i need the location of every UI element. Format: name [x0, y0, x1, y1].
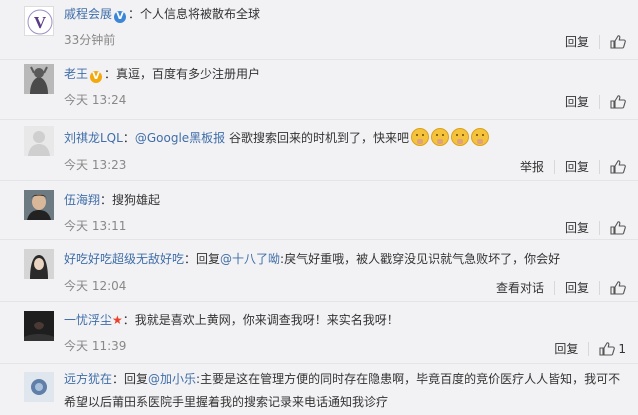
comment-text: 谷歌搜索回来的时机到了，快来吧 [225, 131, 409, 145]
like-count: 1 [618, 341, 626, 356]
comment-line: 一忧浮尘★：我就是喜欢上黄网，你来调查我呀！来实名我呀！ [64, 312, 628, 328]
comment-item: 老王 V ：真逗，百度有多少注册用户 今天 13:24 回复 [0, 60, 638, 120]
reply-button[interactable]: 回复 [555, 279, 599, 296]
smiley-emoji-icon [411, 128, 429, 146]
view-conversation-button[interactable]: 查看对话 [486, 279, 554, 296]
comment-item: V 戚程会展 V ：个人信息将被散布全球 33分钟前 回复 [0, 0, 638, 60]
thumbs-up-icon [610, 220, 626, 235]
comment-text: ：搜狗雄起 [100, 193, 161, 207]
avatar[interactable] [24, 126, 54, 156]
reply-button[interactable]: 回复 [555, 219, 599, 236]
comment-text: ：真逗，百度有多少注册用户 [104, 67, 261, 81]
comment-actions: 查看对话 回复 [486, 279, 630, 296]
like-button[interactable] [600, 280, 630, 295]
mention-link[interactable]: @加小乐 [148, 372, 196, 386]
username-link[interactable]: 伍海翔 [64, 193, 100, 207]
reply-button[interactable]: 回复 [555, 93, 599, 110]
comment-actions: 回复 1 [544, 340, 630, 357]
report-button[interactable]: 举报 [510, 158, 554, 175]
username-link[interactable]: 老王 [64, 67, 88, 81]
avatar[interactable] [24, 311, 54, 341]
comment-line: 老王 V ：真逗，百度有多少注册用户 [64, 66, 628, 83]
verified-badge-icon: V [90, 71, 103, 83]
comment-item: 一忧浮尘★：我就是喜欢上黄网，你来调查我呀！来实名我呀！ 今天 11:39 回复… [0, 302, 638, 364]
timestamp: 今天 12:04 [64, 279, 127, 293]
avatar[interactable] [24, 249, 54, 279]
comment-line: 戚程会展 V ：个人信息将被散布全球 [64, 6, 628, 23]
comment-text-continued: 希望以后莆田系医院手里握着我的搜索记录来电话通知我诊疗 [64, 395, 389, 409]
comment-line: 远方犹在：回复@加小乐:主要是这在管理方便的同时存在隐患啊，毕竟百度的竞价医疗人… [64, 371, 628, 387]
comment-line: 好吃好吃超级无敌好吃：回复@十八了呦:戾气好重哦，被人戳穿没见识就气急败坏了，你… [64, 251, 628, 267]
comment-text: :戾气好重哦，被人戳穿没见识就气急败坏了，你会好 [280, 252, 561, 266]
avatar[interactable] [24, 372, 54, 402]
reply-button[interactable]: 回复 [555, 33, 599, 50]
reply-prefix: ：回复 [184, 252, 221, 266]
username-link[interactable]: 好吃好吃超级无敌好吃 [64, 252, 184, 266]
comment-actions: 举报 回复 [510, 158, 630, 175]
timestamp: 今天 13:11 [64, 219, 127, 233]
smiley-emoji-icon [471, 128, 489, 146]
comment-line-continued: 希望以后莆田系医院手里握着我的搜索记录来电话通知我诊疗 [64, 394, 628, 410]
like-button[interactable] [600, 94, 630, 109]
comment-actions: 回复 [555, 33, 630, 50]
verified-badge-icon: V [114, 11, 127, 23]
avatar-image [24, 372, 54, 402]
comment-list: V 戚程会展 V ：个人信息将被散布全球 33分钟前 回复 老王 V：真逗，百度… [0, 0, 638, 415]
comment-actions: 回复 [555, 219, 630, 236]
thumbs-up-icon [599, 341, 616, 356]
timestamp: 今天 13:24 [64, 93, 127, 107]
avatar-image [24, 311, 54, 341]
like-button[interactable] [600, 34, 630, 49]
default-avatar-icon [24, 126, 54, 156]
reply-prefix: ：回复 [112, 372, 149, 386]
like-button[interactable] [600, 159, 630, 174]
avatar-image [24, 249, 54, 279]
comment-item: 刘祺龙LQL：@Google黑板报 谷歌搜索回来的时机到了，快来吧 今天 13:… [0, 120, 638, 181]
comment-item: 好吃好吃超级无敌好吃：回复@十八了呦:戾气好重哦，被人戳穿没见识就气急败坏了，你… [0, 240, 638, 302]
comment-item: 远方犹在：回复@加小乐:主要是这在管理方便的同时存在隐患啊，毕竟百度的竞价医疗人… [0, 364, 638, 415]
username-link[interactable]: 刘祺龙LQL [64, 131, 123, 145]
comment-text: :主要是这在管理方便的同时存在隐患啊，毕竟百度的竞价医疗人人皆知，我可不 [196, 372, 621, 386]
thumbs-up-icon [610, 34, 626, 49]
avatar[interactable]: V [24, 6, 54, 36]
comment-item: 伍海翔：搜狗雄起 今天 13:11 回复 [0, 181, 638, 240]
avatar-image [24, 190, 54, 220]
smiley-emoji-icon [431, 128, 449, 146]
like-button[interactable]: 1 [589, 342, 630, 356]
username-link[interactable]: 一忧浮尘 [64, 313, 112, 327]
timestamp: 今天 13:23 [64, 158, 127, 172]
reply-button[interactable]: 回复 [555, 158, 599, 175]
comment-text: ：我就是喜欢上黄网，你来调查我呀！来实名我呀！ [122, 313, 399, 327]
avatar-image [24, 64, 54, 94]
svg-text:V: V [34, 13, 47, 32]
mention-link[interactable]: @十八了呦 [220, 252, 280, 266]
comment-actions: 回复 [555, 93, 630, 110]
reply-button[interactable]: 回复 [544, 340, 588, 357]
timestamp: 今天 11:39 [64, 339, 127, 353]
mention-link[interactable]: @Google黑板报 [135, 131, 225, 145]
comment-line: 刘祺龙LQL：@Google黑板报 谷歌搜索回来的时机到了，快来吧 [64, 128, 628, 146]
thumbs-up-icon [610, 159, 626, 174]
smiley-emoji-icon [451, 128, 469, 146]
avatar[interactable] [24, 64, 54, 94]
logo-icon: V [27, 9, 53, 35]
comment-line: 伍海翔：搜狗雄起 [64, 192, 628, 208]
avatar[interactable] [24, 190, 54, 220]
thumbs-up-icon [610, 280, 626, 295]
comment-text: ：个人信息将被散布全球 [128, 7, 261, 21]
star-icon: ★ [112, 313, 123, 327]
like-button[interactable] [600, 220, 630, 235]
username-link[interactable]: 戚程会展 [64, 7, 112, 21]
thumbs-up-icon [610, 94, 626, 109]
colon: ： [122, 131, 135, 145]
timestamp: 33分钟前 [64, 33, 116, 47]
username-link[interactable]: 远方犹在 [64, 372, 112, 386]
